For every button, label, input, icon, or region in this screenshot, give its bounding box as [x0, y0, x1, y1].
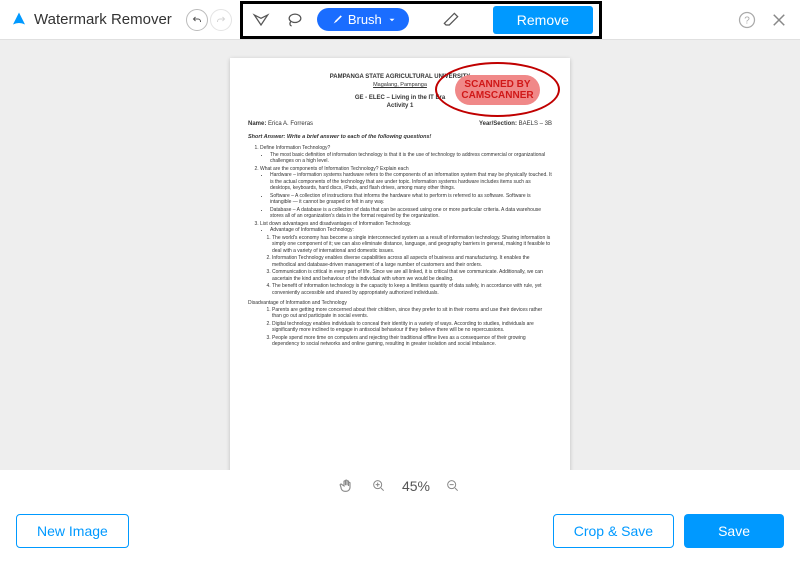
doc-q2: What are the components of Information T…: [260, 166, 552, 220]
remove-button[interactable]: Remove: [493, 6, 593, 34]
polygon-tool[interactable]: [249, 8, 273, 32]
eraser-tool[interactable]: [439, 8, 463, 32]
watermark-line1: SCANNED BY: [461, 79, 533, 90]
document-page: SCANNED BY CAMSCANNER PAMPANGA STATE AGR…: [230, 58, 570, 470]
history-buttons: [186, 9, 232, 31]
watermark-highlight: SCANNED BY CAMSCANNER: [455, 75, 539, 105]
doc-q3: List down advantages and disadvantages o…: [260, 221, 552, 348]
doc-name-row: Name: Erica A. Forreras Year/Section: BA…: [248, 121, 552, 129]
help-button[interactable]: ?: [736, 9, 758, 31]
lasso-tool[interactable]: [283, 8, 307, 32]
brush-tool[interactable]: Brush: [317, 8, 409, 31]
app-title: Watermark Remover: [34, 11, 172, 28]
footer-right: Crop & Save Save: [553, 514, 784, 548]
save-button[interactable]: Save: [684, 514, 784, 548]
help-icon: ?: [737, 10, 757, 30]
polygon-icon: [251, 10, 271, 30]
brush-icon: [329, 13, 343, 27]
pan-tool[interactable]: [338, 477, 356, 495]
watermark-selection[interactable]: SCANNED BY CAMSCANNER: [435, 62, 560, 117]
lasso-icon: [285, 10, 305, 30]
crop-save-button[interactable]: Crop & Save: [553, 514, 674, 548]
watermark-line2: CAMSCANNER: [461, 90, 533, 101]
eraser-icon: [441, 10, 461, 30]
undo-button[interactable]: [186, 9, 208, 31]
redo-button[interactable]: [210, 9, 232, 31]
brush-label: Brush: [348, 12, 382, 27]
svg-text:?: ?: [744, 15, 750, 26]
doc-short-answer: Short Answer: Write a brief answer to ea…: [248, 134, 552, 141]
close-icon: [770, 11, 788, 29]
doc-questions: Define Information Technology? The most …: [260, 145, 552, 348]
logo-area: Watermark Remover: [10, 11, 172, 29]
zoom-out-button[interactable]: [444, 477, 462, 495]
zoom-bar: 45%: [0, 470, 800, 502]
canvas-area[interactable]: SCANNED BY CAMSCANNER PAMPANGA STATE AGR…: [0, 40, 800, 470]
chevron-down-icon: [387, 15, 397, 25]
toolbar: Brush Remove: [240, 1, 602, 39]
hand-icon: [338, 477, 356, 495]
footer-bar: New Image Crop & Save Save: [0, 502, 800, 560]
zoom-in-button[interactable]: [370, 477, 388, 495]
zoom-in-icon: [371, 478, 387, 494]
undo-icon: [191, 14, 203, 26]
new-image-button[interactable]: New Image: [16, 514, 129, 548]
header-bar: Watermark Remover Brush Remove ?: [0, 0, 800, 40]
header-right: ?: [736, 9, 790, 31]
zoom-out-icon: [445, 478, 461, 494]
redo-icon: [215, 14, 227, 26]
zoom-level: 45%: [402, 478, 430, 494]
doc-q1: Define Information Technology? The most …: [260, 145, 552, 165]
close-button[interactable]: [768, 9, 790, 31]
app-logo-icon: [10, 11, 28, 29]
